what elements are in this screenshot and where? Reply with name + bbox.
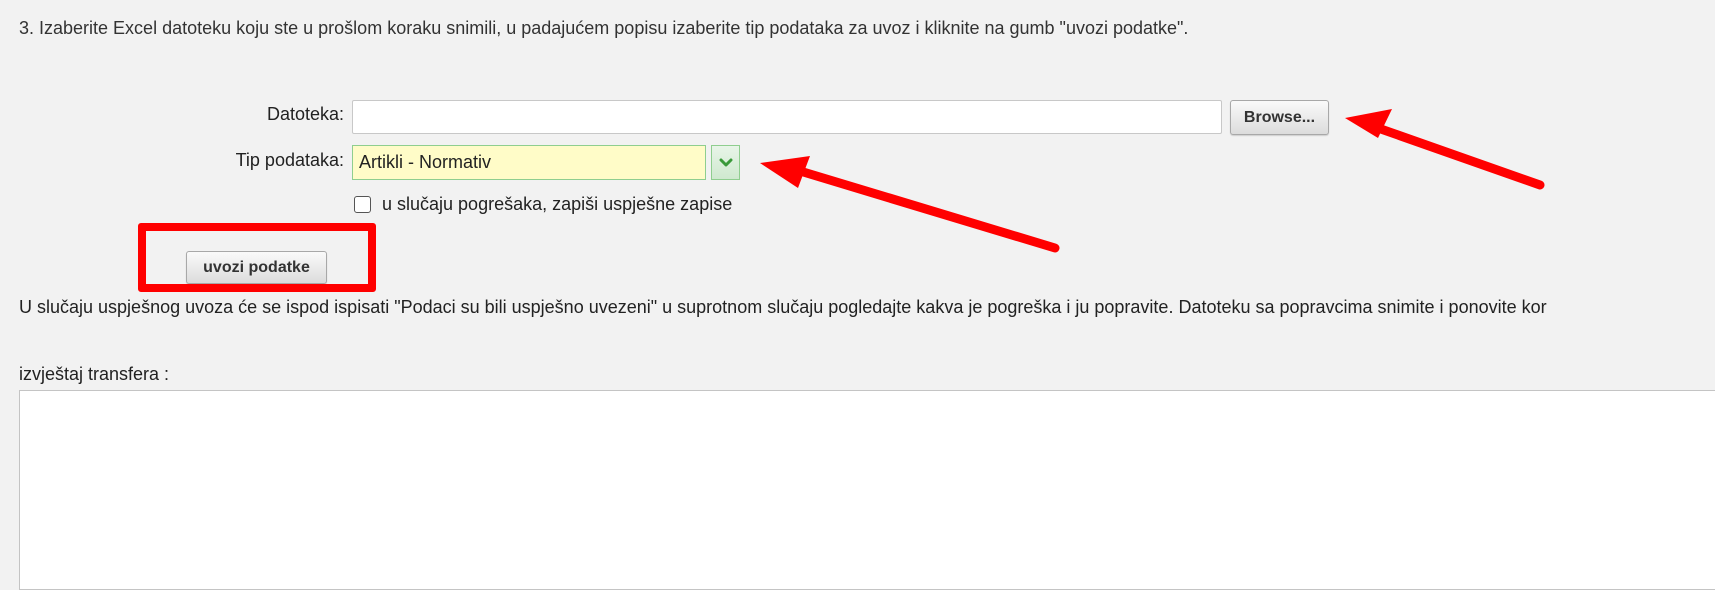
annotation-arrow-select — [760, 156, 1060, 253]
annotation-arrow-browse — [1345, 109, 1545, 190]
report-textarea[interactable] — [19, 390, 1715, 590]
instruction-text: 3. Izaberite Excel datoteku koju ste u p… — [19, 18, 1189, 38]
report-label: izvještaj transfera : — [19, 364, 170, 384]
type-select-value: Artikli - Normativ — [359, 152, 492, 172]
type-select-toggle[interactable] — [711, 145, 740, 180]
chevron-down-icon — [719, 158, 732, 166]
partial-save-checkbox[interactable] — [354, 196, 371, 213]
type-label: Tip podataka: — [235, 150, 344, 170]
file-label: Datoteka: — [266, 104, 344, 124]
browse-button[interactable]: Browse... — [1230, 100, 1329, 135]
annotation-highlight-box — [138, 223, 376, 292]
result-info-text: U slučaju uspješnog uvoza će se ispod is… — [19, 297, 1547, 317]
partial-save-label[interactable]: u slučaju pogrešaka, zapiši uspješne zap… — [382, 194, 732, 215]
file-input[interactable] — [352, 100, 1222, 134]
type-select[interactable]: Artikli - Normativ — [352, 145, 706, 180]
